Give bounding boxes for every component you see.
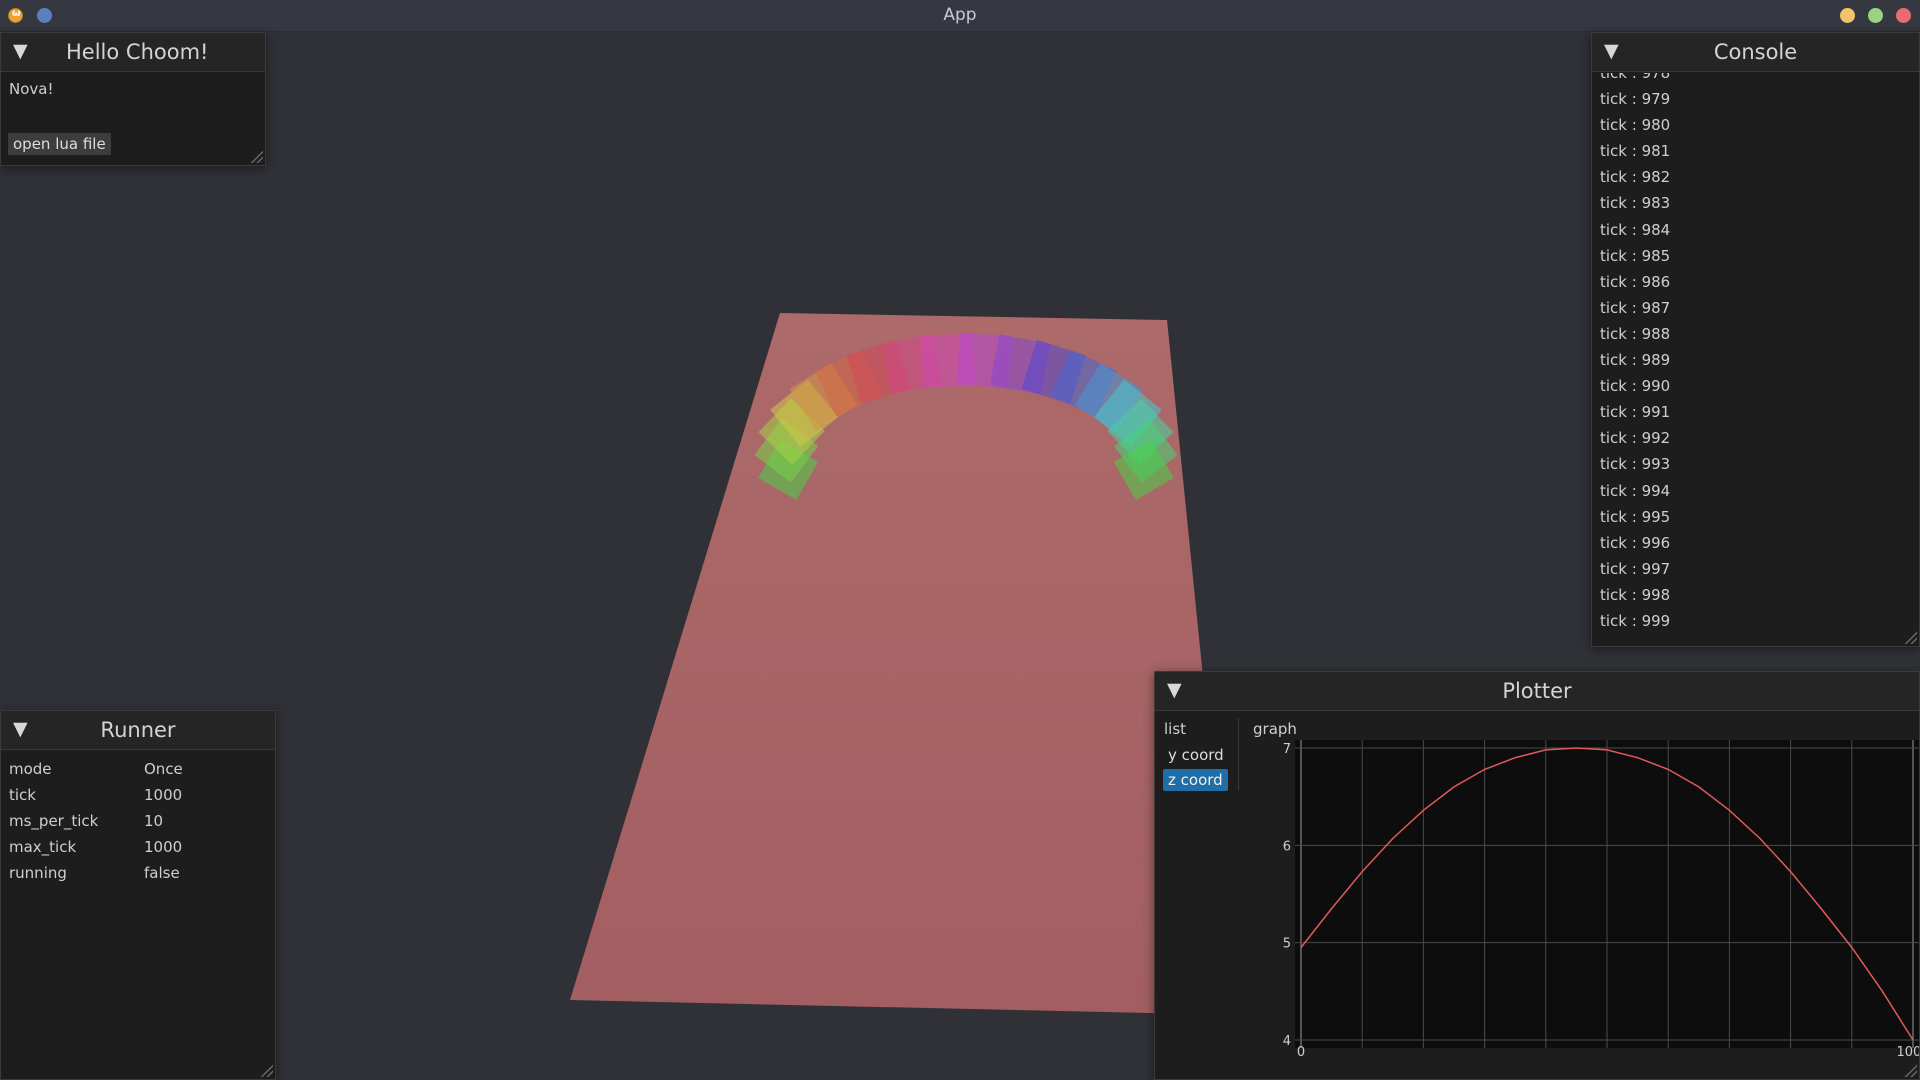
console-log[interactable]: tick : 978 tick : 979 tick : 980 tick : 981… bbox=[1592, 73, 1919, 646]
runner-key: tick bbox=[9, 786, 36, 804]
close-button[interactable] bbox=[1896, 8, 1911, 23]
hello-panel-header[interactable]: ▼ Hello Choom! bbox=[1, 33, 265, 72]
x-tick-label: 0 bbox=[1297, 1045, 1305, 1057]
y-tick-label: 6 bbox=[1283, 839, 1291, 854]
plotter-panel-header[interactable]: ▼ Plotter bbox=[1155, 672, 1919, 711]
runner-key: running bbox=[9, 864, 67, 882]
list-divider bbox=[1238, 718, 1239, 790]
runner-value: 1000 bbox=[144, 838, 183, 856]
minimize-button[interactable] bbox=[1840, 8, 1855, 23]
console-line: tick : 985 bbox=[1600, 246, 1671, 265]
hello-panel-title: Hello Choom! bbox=[66, 40, 209, 64]
console-line: tick : 995 bbox=[1600, 507, 1671, 526]
runner-value: 10 bbox=[144, 812, 164, 830]
y-tick-label: 7 bbox=[1283, 742, 1291, 757]
console-line: tick : 996 bbox=[1600, 533, 1671, 552]
runner-value: false bbox=[144, 864, 180, 882]
window-title: App bbox=[943, 5, 977, 25]
console-line: tick : 998 bbox=[1600, 585, 1671, 604]
y-tick-label: 5 bbox=[1283, 937, 1291, 952]
open-lua-file-button[interactable]: open lua file bbox=[8, 133, 111, 155]
console-line: tick : 987 bbox=[1600, 298, 1671, 317]
console-line: tick : 988 bbox=[1600, 324, 1671, 343]
list-label: list bbox=[1164, 720, 1187, 738]
x-tick-label: 1000 bbox=[1896, 1045, 1919, 1057]
console-line: tick : 984 bbox=[1600, 220, 1671, 239]
console-line: tick : 993 bbox=[1600, 455, 1671, 474]
console-line: tick : 991 bbox=[1600, 403, 1671, 422]
runner-value: Once bbox=[144, 760, 183, 778]
hello-panel[interactable]: ▼ Hello Choom! Nova! open lua file bbox=[0, 32, 266, 166]
hello-text: Nova! bbox=[9, 80, 54, 98]
console-line: tick : 982 bbox=[1600, 168, 1671, 187]
runner-panel-header[interactable]: ▼ Runner bbox=[1, 711, 275, 750]
console-panel-title: Console bbox=[1713, 40, 1798, 64]
runner-key: ms_per_tick bbox=[9, 812, 99, 830]
runner-panel-title: Runner bbox=[100, 718, 176, 742]
resize-grip-icon[interactable] bbox=[249, 149, 263, 163]
runner-key: mode bbox=[9, 760, 52, 778]
plotter-panel[interactable]: ▼ Plotter list y coord z coord graph 4 5 6… bbox=[1154, 671, 1920, 1080]
console-line: tick : 978 bbox=[1600, 73, 1671, 82]
runner-panel[interactable]: ▼ Runner mode Once tick 1000 ms_per_tick… bbox=[0, 710, 276, 1080]
runner-key: max_tick bbox=[9, 838, 77, 856]
console-line: tick : 989 bbox=[1600, 351, 1671, 370]
list-item-z-coord[interactable]: z coord bbox=[1163, 769, 1228, 791]
graph-label: graph bbox=[1253, 720, 1297, 738]
console-line: tick : 983 bbox=[1600, 194, 1671, 213]
console-line: tick : 980 bbox=[1600, 116, 1671, 135]
console-line: tick : 997 bbox=[1600, 559, 1671, 578]
console-line: tick : 981 bbox=[1600, 142, 1671, 161]
resize-grip-icon[interactable] bbox=[259, 1063, 273, 1077]
console-line: tick : 999 bbox=[1600, 611, 1671, 630]
plotter-panel-title: Plotter bbox=[1502, 679, 1572, 703]
console-line: tick : 992 bbox=[1600, 429, 1671, 448]
console-line: tick : 990 bbox=[1600, 377, 1671, 396]
console-line: tick : 979 bbox=[1600, 90, 1671, 109]
runner-value: 1000 bbox=[144, 786, 183, 804]
list-item-y-coord[interactable]: y coord bbox=[1163, 744, 1229, 766]
y-tick-label: 4 bbox=[1283, 1034, 1291, 1049]
resize-grip-icon[interactable] bbox=[1903, 630, 1917, 644]
console-line: tick : 994 bbox=[1600, 481, 1671, 500]
console-panel[interactable]: ▼ Console tick : 978 tick : 979 tick : 980… bbox=[1591, 32, 1920, 647]
collapse-arrow-icon[interactable]: ▼ bbox=[13, 40, 28, 62]
maximize-button[interactable] bbox=[1868, 8, 1883, 23]
window-titlebar[interactable]: ω App bbox=[0, 0, 1920, 32]
console-panel-header[interactable]: ▼ Console bbox=[1592, 33, 1919, 72]
resize-grip-icon[interactable] bbox=[1903, 1063, 1917, 1077]
console-line: tick : 986 bbox=[1600, 272, 1671, 291]
line-chart[interactable]: 4 5 6 7 0 1000 bbox=[1273, 740, 1919, 1057]
